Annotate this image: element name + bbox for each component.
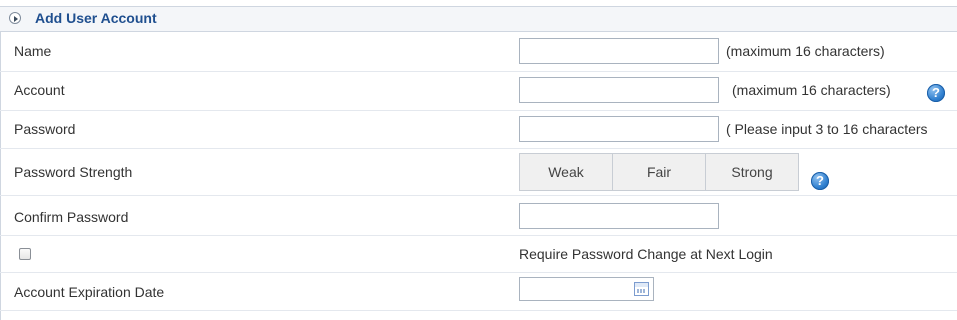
- password-strength-row: Password Strength: [0, 149, 957, 196]
- name-hint: (maximum 16 characters): [726, 43, 885, 59]
- calendar-icon[interactable]: [634, 282, 649, 296]
- panel-header[interactable]: Add User Account: [0, 6, 957, 32]
- password-row: Password ( Please input 3 to 16 characte…: [0, 111, 957, 149]
- strength-strong: Strong: [731, 164, 773, 180]
- password-strength-meter: Weak Fair Strong: [519, 153, 799, 191]
- require-change-checkbox[interactable]: [19, 248, 31, 260]
- password-input[interactable]: [519, 116, 719, 142]
- account-label: Account: [14, 82, 65, 98]
- confirm-password-input[interactable]: [519, 203, 719, 229]
- name-label: Name: [14, 43, 52, 59]
- strength-fair: Fair: [613, 154, 706, 190]
- help-icon[interactable]: ?: [927, 84, 945, 102]
- name-input[interactable]: [519, 38, 719, 64]
- name-row: Name (maximum 16 characters): [0, 31, 957, 72]
- password-strength-label: Password Strength: [14, 164, 133, 180]
- confirm-password-label: Confirm Password: [14, 209, 129, 225]
- require-change-label: Require Password Change at Next Login: [519, 246, 773, 262]
- strength-weak: Weak: [520, 154, 613, 190]
- expiration-row: Account Expiration Date: [0, 273, 957, 311]
- require-change-row: Require Password Change at Next Login: [0, 236, 957, 273]
- account-row: Account (maximum 16 characters) ?: [0, 72, 957, 111]
- expand-arrow-icon[interactable]: [9, 12, 21, 24]
- confirm-password-row: Confirm Password: [0, 196, 957, 236]
- expiration-label: Account Expiration Date: [14, 284, 165, 300]
- account-hint: (maximum 16 characters): [732, 82, 891, 98]
- add-user-account-panel: Add User Account Name (maximum 16 charac…: [0, 0, 957, 320]
- password-label: Password: [14, 121, 76, 137]
- panel-title: Add User Account: [35, 10, 157, 26]
- account-input[interactable]: [519, 77, 719, 103]
- help-icon[interactable]: ?: [811, 172, 829, 190]
- expiration-date-input[interactable]: [519, 277, 654, 301]
- password-hint: ( Please input 3 to 16 characters: [726, 121, 928, 137]
